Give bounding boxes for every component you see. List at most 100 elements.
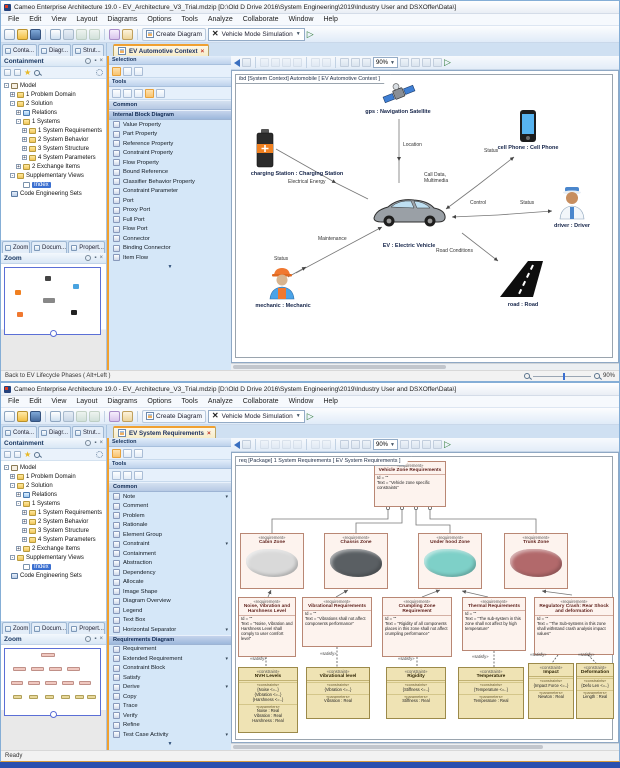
expander-icon[interactable]: + xyxy=(22,510,27,515)
tree-item[interactable]: + 4 System Parameters xyxy=(1,153,106,162)
favorites-icon[interactable]: ★ xyxy=(24,451,31,458)
os-taskbar[interactable] xyxy=(0,762,620,768)
undo-icon[interactable] xyxy=(76,29,87,40)
menu-item[interactable]: Edit xyxy=(24,16,46,23)
expander-icon[interactable]: + xyxy=(22,128,27,133)
tree-item[interactable]: - Model xyxy=(1,463,106,472)
scrollbar-thumb[interactable] xyxy=(233,365,446,369)
requirement-box-root[interactable]: «requirement» Vehicle Zone Requirements … xyxy=(374,461,446,507)
expander-icon[interactable]: + xyxy=(22,146,27,151)
gear-icon[interactable] xyxy=(96,69,103,76)
refresh-icon[interactable] xyxy=(85,636,91,642)
constraint-box[interactable]: «constraint» Deformation «constraints» {… xyxy=(576,663,614,719)
swimlane-tool-icon[interactable] xyxy=(134,89,143,98)
palette-item[interactable]: Reference Property xyxy=(109,139,231,149)
align-icon[interactable] xyxy=(322,58,331,67)
expander-icon[interactable]: + xyxy=(10,92,15,97)
tree-item[interactable]: + 3 System Structure xyxy=(1,526,106,535)
palette-item[interactable]: Port xyxy=(109,196,231,206)
menu-item[interactable]: View xyxy=(46,16,71,23)
expander-icon[interactable]: - xyxy=(10,173,15,178)
menu-item[interactable]: Options xyxy=(142,398,176,405)
zoom-in-icon[interactable] xyxy=(340,440,349,449)
copy-icon[interactable] xyxy=(63,29,74,40)
zoom-slider-handle[interactable] xyxy=(563,373,565,380)
menu-item[interactable]: Layout xyxy=(71,16,102,23)
palette-item[interactable]: Rationale xyxy=(109,521,231,531)
collapse-icon[interactable] xyxy=(14,69,21,76)
requirement-zone-box[interactable]: «requirement» Chassis Zone xyxy=(324,533,388,589)
save-icon[interactable] xyxy=(30,411,41,422)
zoom-in-icon[interactable] xyxy=(340,58,349,67)
palette-item[interactable]: Constraint Property xyxy=(109,149,231,159)
constraint-box[interactable]: «constraint» NVH Levels «constraints» {N… xyxy=(238,667,298,733)
horizontal-scrollbar[interactable] xyxy=(231,743,619,750)
palette-item[interactable]: Horizontal Separator xyxy=(109,625,231,635)
menu-item[interactable]: Collaborate xyxy=(238,398,284,405)
palette-item[interactable]: Constraint Block xyxy=(109,664,231,674)
palette-more-arrow[interactable]: ▼ xyxy=(109,740,231,747)
menu-item[interactable]: Window xyxy=(284,16,319,23)
palette-item[interactable]: Connector xyxy=(109,234,231,244)
close-tab-icon[interactable]: × xyxy=(207,430,211,437)
gear-icon[interactable] xyxy=(96,451,103,458)
tree-item[interactable]: + 2 Exchange Items xyxy=(1,162,106,171)
constraint-box[interactable]: «constraint» Temperature «constraints» {… xyxy=(458,667,524,719)
tree-item[interactable]: - 1 Systems xyxy=(1,499,106,508)
menu-item[interactable]: Diagrams xyxy=(102,16,142,23)
expander-icon[interactable]: + xyxy=(22,155,27,160)
zoom-out-icon[interactable] xyxy=(524,373,530,379)
tree-item[interactable]: + 2 System Behavior xyxy=(1,135,106,144)
properties-display-icon[interactable] xyxy=(411,440,420,449)
palette-item[interactable]: Satisfy xyxy=(109,673,231,683)
document-tab-active[interactable]: EV System Requirements × xyxy=(113,426,216,438)
requirement-box[interactable]: «requirement» Noise, Vibration and Harsh… xyxy=(238,597,296,657)
create-diagram-button[interactable]: Create Diagram xyxy=(142,28,206,41)
add-package-icon[interactable] xyxy=(50,411,61,422)
new-project-icon[interactable] xyxy=(4,411,15,422)
menu-item[interactable]: Options xyxy=(142,16,176,23)
menu-item[interactable]: Collaborate xyxy=(238,16,284,23)
tree-item[interactable]: + 4 System Parameters xyxy=(1,535,106,544)
palette-item[interactable]: Element Group xyxy=(109,530,231,540)
expander-icon[interactable]: + xyxy=(22,137,27,142)
panel-tab[interactable]: Zoom xyxy=(2,241,30,253)
tree-item[interactable]: + Relations xyxy=(1,108,106,117)
back-icon[interactable] xyxy=(234,59,240,67)
menu-item[interactable]: File xyxy=(3,398,24,405)
palette-item[interactable]: Trace xyxy=(109,702,231,712)
expander-icon[interactable]: - xyxy=(10,483,15,488)
scrollbar-thumb[interactable] xyxy=(233,745,543,749)
tree-item[interactable]: Code Engineering Sets xyxy=(1,571,106,580)
validation-icon[interactable] xyxy=(109,29,120,40)
expander-icon[interactable]: + xyxy=(22,528,27,533)
node-road[interactable] xyxy=(498,259,546,304)
palette-item[interactable]: Dependency xyxy=(109,568,231,578)
tree-item[interactable]: - 1 Systems xyxy=(1,117,106,126)
palette-item[interactable]: Bound Reference xyxy=(109,168,231,178)
palette-item[interactable]: Problem xyxy=(109,511,231,521)
diagram-canvas[interactable]: req [Package] 1 System Requirements [ EV… xyxy=(231,452,619,743)
palette-item[interactable]: Test Case Activity xyxy=(109,730,231,740)
tree-item[interactable]: + 1 System Requirements xyxy=(1,126,106,135)
validation-icon[interactable] xyxy=(109,411,120,422)
close-icon[interactable]: × xyxy=(99,440,103,446)
back-icon[interactable] xyxy=(234,441,240,449)
panel-tab[interactable]: Diagr... xyxy=(38,426,71,438)
run-icon[interactable]: ▷ xyxy=(444,58,451,67)
palette-section-header[interactable]: Common xyxy=(109,482,231,492)
palette-section-header[interactable]: Common xyxy=(109,100,231,110)
run-simulation-icon[interactable]: ▷ xyxy=(307,412,314,421)
expander-icon[interactable]: + xyxy=(16,546,21,551)
expander-icon[interactable]: + xyxy=(16,110,21,115)
panel-tab[interactable]: Propert... xyxy=(68,241,105,253)
expander-icon[interactable]: + xyxy=(10,474,15,479)
palette-item[interactable]: Flow Property xyxy=(109,158,231,168)
menu-item[interactable]: Edit xyxy=(24,398,46,405)
palette-item[interactable]: Image Shape xyxy=(109,587,231,597)
collapse-icon[interactable] xyxy=(14,451,21,458)
find-icon[interactable] xyxy=(433,58,442,67)
search-icon[interactable] xyxy=(34,70,40,76)
palette-item[interactable]: Copy xyxy=(109,692,231,702)
refresh-icon[interactable] xyxy=(85,440,91,446)
